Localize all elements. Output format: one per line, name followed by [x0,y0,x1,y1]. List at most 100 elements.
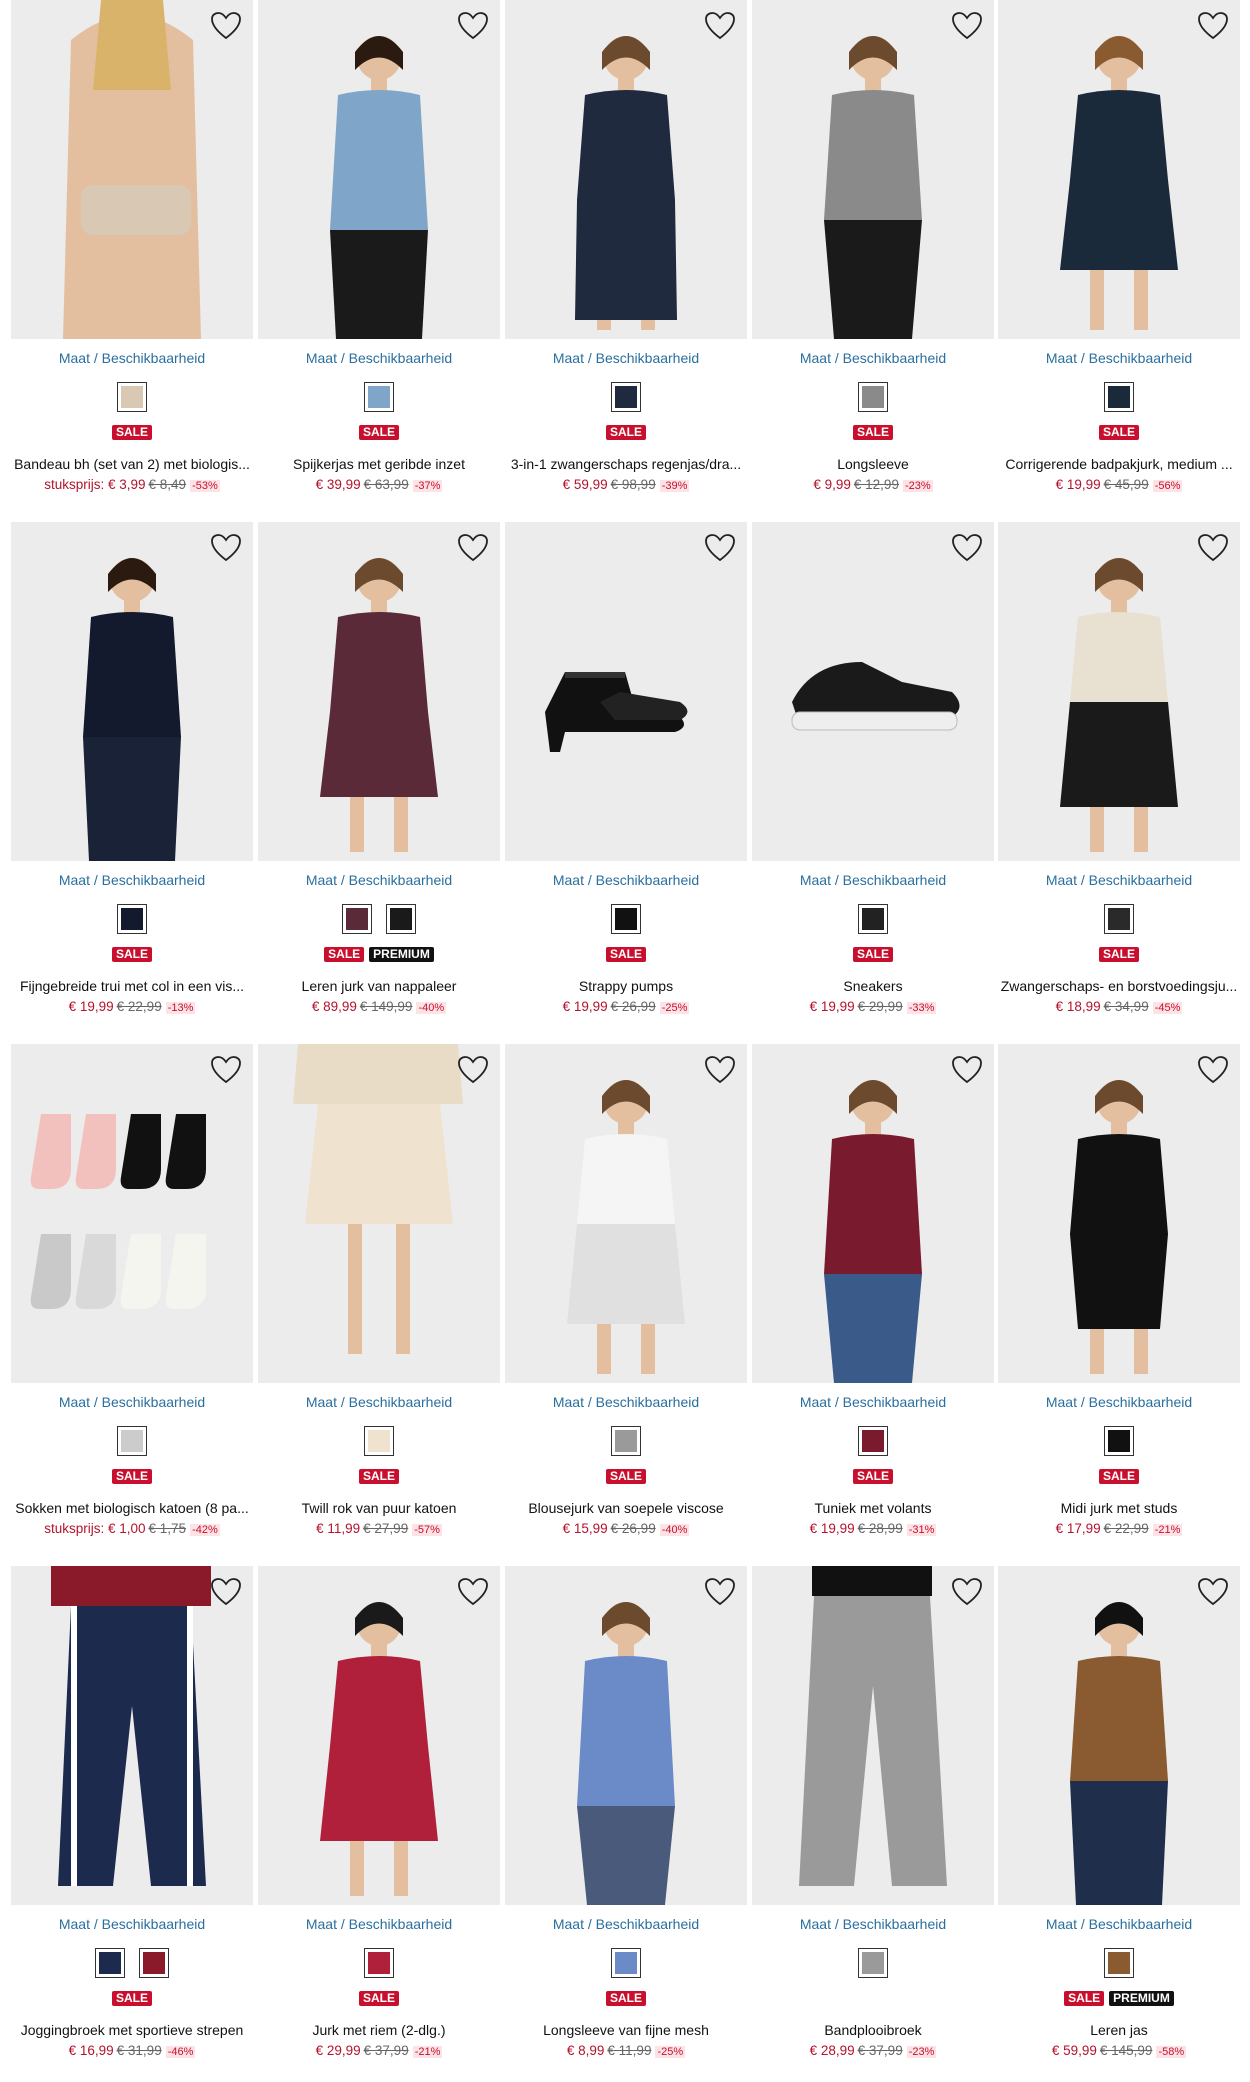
sneakers-image[interactable] [752,522,994,861]
print-dress-image[interactable] [998,522,1240,861]
product-image[interactable] [998,1044,1240,1383]
product-name[interactable]: Sneakers [752,978,994,994]
wishlist-heart-icon[interactable] [456,10,490,42]
color-swatch[interactable] [386,904,416,934]
product-card[interactable]: Maat / Beschikbaarheid SALE Midi jurk met … [998,1044,1240,1556]
color-swatch[interactable] [1104,382,1134,412]
product-name[interactable]: Longsleeve van fijne mesh [505,2022,747,2038]
product-image[interactable] [752,1566,994,1905]
color-swatch[interactable] [95,1948,125,1978]
color-swatch[interactable] [364,1426,394,1456]
color-swatch[interactable] [117,1426,147,1456]
wishlist-heart-icon[interactable] [703,532,737,564]
size-availability-link[interactable]: Maat / Beschikbaarheid [998,350,1240,366]
product-image[interactable] [258,0,500,339]
product-image[interactable] [505,1044,747,1383]
size-availability-link[interactable]: Maat / Beschikbaarheid [11,872,253,888]
product-name[interactable]: Bandeau bh (set van 2) met biologis... [11,456,253,472]
joggers-image[interactable] [11,1566,253,1905]
size-availability-link[interactable]: Maat / Beschikbaarheid [11,1916,253,1932]
product-image[interactable] [998,0,1240,339]
product-name[interactable]: Fijngebreide trui met col in een vis... [11,978,253,994]
wishlist-heart-icon[interactable] [950,532,984,564]
size-availability-link[interactable]: Maat / Beschikbaarheid [752,350,994,366]
rain-jacket-image[interactable] [505,0,747,339]
pleated-trousers-image[interactable] [752,1566,994,1905]
leather-dress-image[interactable] [258,522,500,861]
color-swatch[interactable] [342,904,372,934]
product-image[interactable] [752,1044,994,1383]
color-swatch[interactable] [1104,1948,1134,1978]
product-card[interactable]: Maat / Beschikbaarheid SALE Fijngebreide t… [11,522,253,1034]
product-card[interactable]: Maat / Beschikbaarheid SALE PREMIUM Leren j… [258,522,500,1034]
product-image[interactable] [752,522,994,861]
product-name[interactable]: Strappy pumps [505,978,747,994]
product-image[interactable] [998,522,1240,861]
wishlist-heart-icon[interactable] [456,1054,490,1086]
size-availability-link[interactable]: Maat / Beschikbaarheid [752,872,994,888]
product-name[interactable]: Joggingbroek met sportieve strepen [11,2022,253,2038]
wishlist-heart-icon[interactable] [456,532,490,564]
color-swatch[interactable] [611,1426,641,1456]
product-name[interactable]: Tuniek met volants [752,1500,994,1516]
wishlist-heart-icon[interactable] [703,10,737,42]
wishlist-heart-icon[interactable] [1196,1054,1230,1086]
longsleeve-image[interactable] [752,0,994,339]
ruffle-tunic-image[interactable] [752,1044,994,1383]
wishlist-heart-icon[interactable] [209,1054,243,1086]
product-card[interactable]: Maat / Beschikbaarheid SALE Sneakers € 19,9… [752,522,994,1034]
product-name[interactable]: Bandplooibroek [752,2022,994,2038]
product-card[interactable]: Maat / Beschikbaarheid SALE Zwangerschaps-… [998,522,1240,1034]
wishlist-heart-icon[interactable] [950,1576,984,1608]
color-swatch[interactable] [139,1948,169,1978]
product-image[interactable] [258,1044,500,1383]
color-swatch[interactable] [364,382,394,412]
size-availability-link[interactable]: Maat / Beschikbaarheid [752,1394,994,1410]
product-card[interactable]: Maat / Beschikbaarheid SALE Blousejurk van… [505,1044,747,1556]
twill-skirt-image[interactable] [258,1044,500,1383]
product-image[interactable] [505,522,747,861]
color-swatch[interactable] [364,1948,394,1978]
socks-image[interactable] [11,1044,253,1383]
size-availability-link[interactable]: Maat / Beschikbaarheid [258,350,500,366]
color-swatch[interactable] [117,904,147,934]
product-name[interactable]: Zwangerschaps- en borstvoedingsju... [998,978,1240,994]
product-image[interactable] [258,1566,500,1905]
product-card[interactable]: Maat / Beschikbaarheid SALE Strappy pumps €… [505,522,747,1034]
color-swatch[interactable] [858,1948,888,1978]
product-card[interactable]: Maat / Beschikbaarheid SALE Joggingbroek m… [11,1566,253,2078]
bandeau-image[interactable] [11,0,253,339]
color-swatch[interactable] [858,1426,888,1456]
product-image[interactable] [11,1566,253,1905]
product-card[interactable]: Maat / Beschikbaarheid SALE Longsleeve € 9,… [752,0,994,512]
belted-dress-image[interactable] [258,1566,500,1905]
product-image[interactable] [752,0,994,339]
size-availability-link[interactable]: Maat / Beschikbaarheid [505,350,747,366]
size-availability-link[interactable]: Maat / Beschikbaarheid [752,1916,994,1932]
product-name[interactable]: Jurk met riem (2-dlg.) [258,2022,500,2038]
product-image[interactable] [11,1044,253,1383]
product-name[interactable]: Sokken met biologisch katoen (8 pa... [11,1500,253,1516]
wishlist-heart-icon[interactable] [950,10,984,42]
size-availability-link[interactable]: Maat / Beschikbaarheid [998,1394,1240,1410]
color-swatch[interactable] [611,904,641,934]
color-swatch[interactable] [1104,904,1134,934]
size-availability-link[interactable]: Maat / Beschikbaarheid [505,1394,747,1410]
product-card[interactable]: Maat / Beschikbaarheid SALE Tuniek met vol… [752,1044,994,1556]
color-swatch[interactable] [611,1948,641,1978]
wishlist-heart-icon[interactable] [1196,532,1230,564]
color-swatch[interactable] [611,382,641,412]
swimdress-image[interactable] [998,0,1240,339]
product-image[interactable] [258,522,500,861]
color-swatch[interactable] [858,382,888,412]
leather-jacket-image[interactable] [998,1566,1240,1905]
wishlist-heart-icon[interactable] [703,1576,737,1608]
size-availability-link[interactable]: Maat / Beschikbaarheid [258,872,500,888]
product-name[interactable]: Longsleeve [752,456,994,472]
color-swatch[interactable] [117,382,147,412]
denim-jacket-image[interactable] [258,0,500,339]
product-image[interactable] [998,1566,1240,1905]
mesh-top-image[interactable] [505,1566,747,1905]
wishlist-heart-icon[interactable] [209,10,243,42]
size-availability-link[interactable]: Maat / Beschikbaarheid [11,1394,253,1410]
